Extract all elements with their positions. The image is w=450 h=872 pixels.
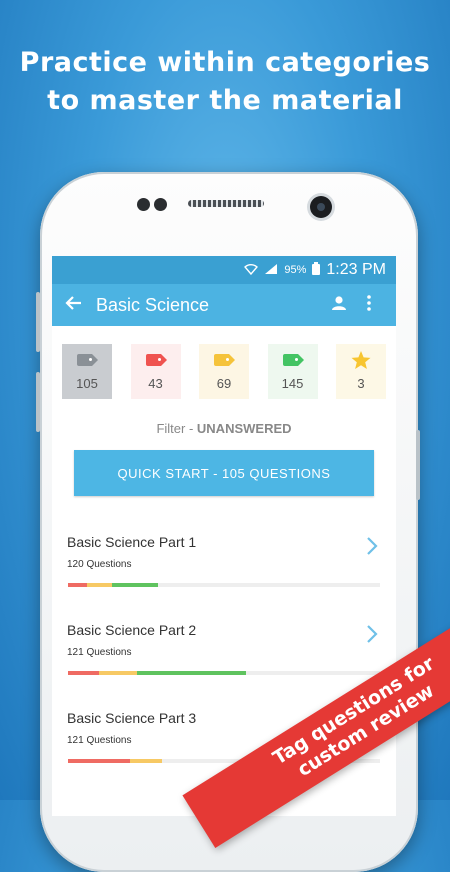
tag-filter-row: 105 43 69 145 3 <box>52 326 396 399</box>
tag-icon <box>77 354 98 366</box>
chevron-right-icon[interactable] <box>366 536 378 562</box>
signal-icon <box>264 263 278 278</box>
tag-count: 145 <box>281 376 304 391</box>
filter-prefix: Filter - <box>156 421 197 436</box>
filter-label: Filter - UNANSWERED <box>52 421 396 436</box>
headline-line-2: to master the material <box>47 85 403 116</box>
sensor-icon <box>137 198 150 211</box>
arrow-left-icon[interactable] <box>64 294 92 317</box>
clock: 1:23 PM <box>326 261 386 278</box>
section-row[interactable]: Basic Science Part 1 120 Questions <box>52 496 396 587</box>
app-bar: Basic Science <box>52 284 396 326</box>
person-icon[interactable] <box>324 295 354 316</box>
page-title: Basic Science <box>96 294 210 315</box>
volume-button <box>36 292 40 352</box>
section-title: Basic Science Part 1 <box>67 534 197 550</box>
section-title: Basic Science Part 2 <box>67 622 197 638</box>
tag-filter-green[interactable]: 145 <box>267 344 318 399</box>
power-button <box>416 430 420 500</box>
progress-segment <box>68 759 131 763</box>
more-vert-icon[interactable] <box>354 294 384 316</box>
sensor-icon-2 <box>154 198 167 211</box>
promo-headline: Practice within categories to master the… <box>0 44 450 120</box>
wifi-icon <box>244 263 259 278</box>
chevron-right-icon[interactable] <box>366 624 378 650</box>
section-row[interactable]: Basic Science Part 2 121 Questions <box>52 584 396 675</box>
tag-count: 43 <box>148 376 163 391</box>
status-bar: 95% 1:23 PM <box>52 256 396 284</box>
section-title: Basic Science Part 3 <box>67 710 197 726</box>
quick-start-button[interactable]: QUICK START - 105 QUESTIONS <box>74 450 374 496</box>
battery-icon <box>312 262 321 278</box>
headline-line-1: Practice within categories <box>19 47 431 78</box>
section-count: 120 Questions <box>67 559 132 570</box>
star-icon <box>351 351 371 369</box>
tag-count: 105 <box>76 376 98 391</box>
tag-filter-yellow[interactable]: 69 <box>199 344 249 399</box>
speaker-grille <box>188 200 264 207</box>
tag-count: 69 <box>216 376 232 391</box>
tag-icon <box>145 354 167 366</box>
tag-count: 3 <box>357 376 365 391</box>
filter-value: UNANSWERED <box>196 421 292 436</box>
section-count: 121 Questions <box>67 647 132 658</box>
tag-icon <box>282 354 304 366</box>
tag-filter-red[interactable]: 43 <box>130 344 181 399</box>
battery-percent: 95% <box>284 264 307 276</box>
volume-button-lower <box>36 372 40 432</box>
progress-segment <box>130 759 162 763</box>
section-count: 121 Questions <box>67 735 132 746</box>
front-camera-icon <box>310 196 332 218</box>
tag-icon <box>214 354 235 366</box>
tag-filter-grey[interactable]: 105 <box>62 344 112 399</box>
tag-filter-starred[interactable]: 3 <box>336 344 386 399</box>
